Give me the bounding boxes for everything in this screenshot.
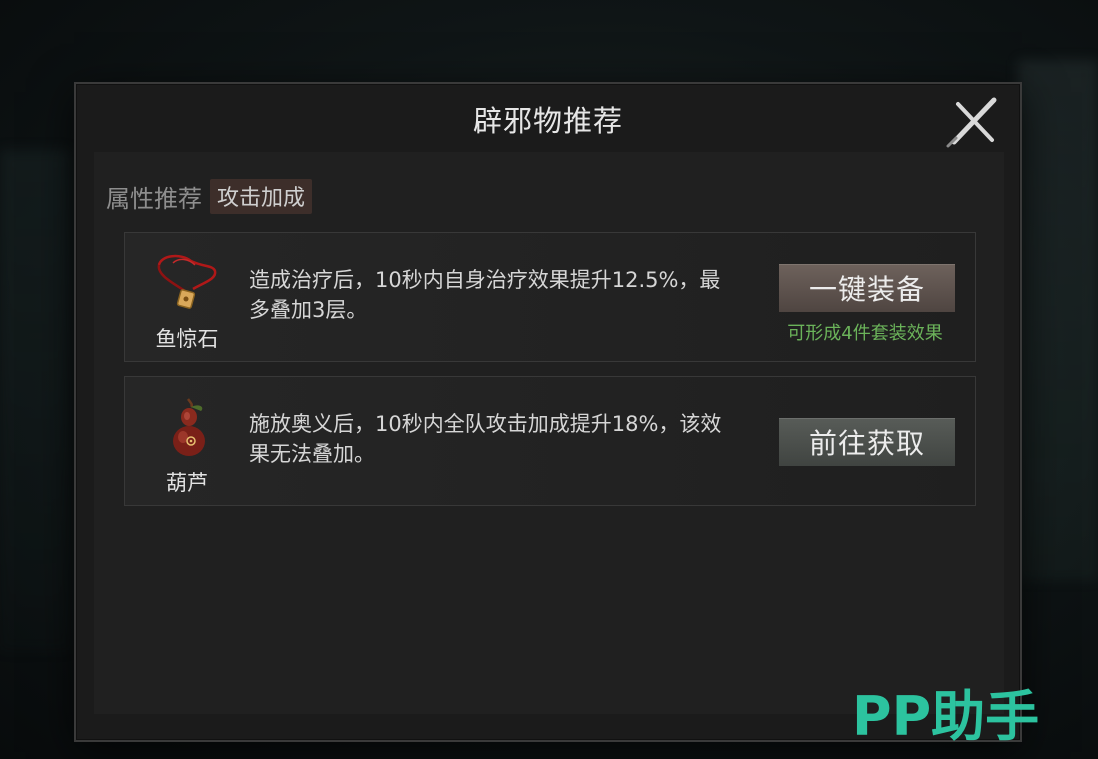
attribute-label: 属性推荐: [106, 184, 202, 213]
background-blur-left: [0, 150, 70, 650]
go-obtain-button[interactable]: 前往获取: [779, 418, 955, 466]
gourd-icon: [151, 397, 223, 459]
background-blur-right: [1018, 60, 1098, 580]
item-description: 造成治疗后，10秒内自身治疗效果提升12.5%，最多叠加3层。: [249, 268, 721, 322]
close-icon: [946, 97, 997, 148]
attribute-recommendation-row: 属性推荐 攻击加成: [106, 178, 313, 214]
dialog-title: 辟邪物推荐: [472, 104, 623, 138]
item-description: 施放奥义后，10秒内全队攻击加成提升18%，该效果无法叠加。: [249, 412, 722, 466]
attribute-tag: 攻击加成: [210, 178, 313, 214]
set-effect-note: 可形成4件套装效果: [787, 323, 943, 344]
close-button[interactable]: [942, 90, 1004, 150]
one-click-equip-button[interactable]: 一键装备: [779, 264, 955, 312]
watermark-logo: PP助手: [852, 685, 1040, 748]
item-name: 葫芦: [166, 471, 208, 495]
recommendation-dialog: 辟邪物推荐 属性推荐 攻击加成 鱼惊石 造成治疗后，10秒内自身治疗效果提升12…: [74, 82, 1022, 742]
jade-pendant-necklace-icon: [151, 253, 223, 315]
item-card-yujingshi: 鱼惊石 造成治疗后，10秒内自身治疗效果提升12.5%，最多叠加3层。 一键装备…: [124, 232, 976, 362]
item-name: 鱼惊石: [155, 327, 219, 351]
item-card-hulu: 葫芦 施放奥义后，10秒内全队攻击加成提升18%，该效果无法叠加。 前往获取: [124, 376, 976, 506]
